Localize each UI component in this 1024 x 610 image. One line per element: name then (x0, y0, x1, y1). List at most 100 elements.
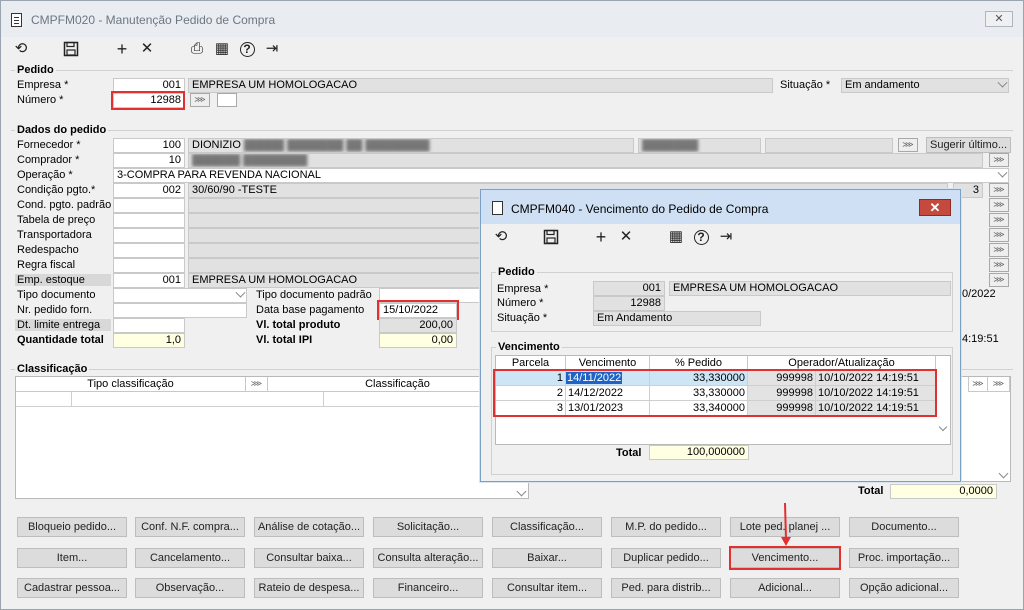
operacao-select[interactable]: 3-COMPRA PARA REVENDA NACIONAL (113, 168, 1009, 183)
section-title: Vencimento (496, 341, 562, 353)
button-1-4[interactable]: Baixar... (492, 548, 602, 568)
button-0-7[interactable]: Documento... (849, 517, 959, 537)
search-icon[interactable]: ⋙ (968, 377, 988, 392)
table-cell[interactable] (72, 392, 324, 407)
empresa-label: Empresa * (17, 79, 69, 91)
refresh-icon[interactable]: ⟲ (11, 39, 31, 59)
delete-icon[interactable]: ✕ (137, 39, 157, 59)
button-2-4[interactable]: Consultar item... (492, 578, 602, 598)
chevron-down-icon[interactable] (998, 468, 1009, 479)
calendar-icon[interactable]: ▦ (212, 39, 232, 59)
tipo-doc-select[interactable] (113, 288, 247, 303)
redesp-label: Redespacho (17, 244, 79, 256)
button-2-1[interactable]: Observação... (135, 578, 245, 598)
section-title: Classificação (15, 363, 90, 375)
search-icon[interactable]: ⋙ (989, 213, 1009, 227)
highlight-data-base (377, 300, 459, 320)
search-icon[interactable]: ⋙ (989, 198, 1009, 212)
add-icon[interactable]: + (112, 39, 132, 59)
regra-code-field[interactable] (113, 258, 185, 273)
vl-total-prod-label: Vl. total produto (256, 319, 341, 331)
search-icon[interactable]: ⋙ (989, 258, 1009, 272)
save-icon[interactable] (61, 39, 81, 59)
dt-limite-field[interactable] (113, 318, 185, 333)
button-1-3[interactable]: Consulta alteração... (373, 548, 483, 568)
button-1-0[interactable]: Item... (17, 548, 127, 568)
search-icon[interactable]: ⋙ (988, 377, 1010, 392)
help-icon[interactable]: ? (237, 39, 257, 59)
chevron-down-icon[interactable] (516, 486, 527, 497)
exit-icon[interactable]: ⇥ (262, 39, 282, 59)
emp-estoque-code-field[interactable]: 001 (113, 273, 185, 288)
search-icon[interactable]: ⋙ (190, 93, 210, 107)
button-2-5[interactable]: Ped. para distrib... (611, 578, 721, 598)
classificacao-grid[interactable]: Tipo classificação ⋙ Classificação (15, 376, 529, 499)
condicao-code-field[interactable]: 002 (113, 183, 185, 198)
exit-icon[interactable]: ⇥ (716, 227, 736, 247)
button-2-0[interactable]: Cadastrar pessoa... (17, 578, 127, 598)
tabela-label: Tabela de preço (17, 214, 96, 226)
dialog-title-bar: CMPFM040 - Vencimento do Pedido de Compr… (481, 190, 960, 224)
data-base-label: Data base pagamento (256, 304, 365, 316)
redesp-name-field (188, 243, 483, 258)
empty-button[interactable] (217, 93, 237, 107)
document-icon (11, 13, 22, 27)
fornecedor-name-field: DIONIZIO ▓▓▓▓▓ ▓▓▓▓▓▓▓ ▓▓ ▓▓▓▓▓▓▓▓ (188, 138, 634, 153)
button-0-1[interactable]: Conf. N.F. compra... (135, 517, 245, 537)
fornecedor-code-field[interactable]: 100 (113, 138, 185, 153)
vl-total-ipi-field: 0,00 (379, 333, 457, 348)
calendar-icon[interactable]: ▦ (666, 227, 686, 247)
redesp-code-field[interactable] (113, 243, 185, 258)
search-icon[interactable]: ⋙ (989, 183, 1009, 197)
section-title: Pedido (496, 266, 537, 278)
button-0-2[interactable]: Análise de cotação... (254, 517, 364, 537)
button-0-3[interactable]: Solicitação... (373, 517, 483, 537)
qtd-total-label: Quantidade total (17, 334, 104, 346)
button-2-2[interactable]: Rateio de despesa... (254, 578, 364, 598)
chevron-down-icon (997, 169, 1008, 178)
search-icon[interactable]: ⋙ (989, 273, 1009, 287)
operacao-label: Operação * (17, 169, 73, 181)
delete-icon[interactable]: ✕ (616, 227, 636, 247)
help-icon[interactable]: ? (691, 227, 711, 247)
dialog-close-button[interactable]: ✕ (919, 199, 951, 216)
button-2-6[interactable]: Adicional... (730, 578, 840, 598)
col-tipo-classificacao[interactable]: Tipo classificação (16, 377, 246, 392)
print-icon[interactable]: ⎙ (187, 39, 207, 59)
dialog-situacao-label: Situação * (497, 312, 548, 324)
button-1-7[interactable]: Proc. importação... (849, 548, 959, 568)
fornecedor-extra-field (765, 138, 893, 153)
comprador-label: Comprador * (17, 154, 80, 166)
button-1-1[interactable]: Cancelamento... (135, 548, 245, 568)
button-0-4[interactable]: Classificação... (492, 517, 602, 537)
refresh-icon[interactable]: ⟲ (491, 227, 511, 247)
tabela-code-field[interactable] (113, 213, 185, 228)
tipo-doc-label: Tipo documento (17, 289, 96, 301)
situacao-label: Situação * (780, 79, 831, 91)
button-1-2[interactable]: Consultar baixa... (254, 548, 364, 568)
add-icon[interactable]: + (591, 227, 611, 247)
situacao-select[interactable]: Em andamento (841, 78, 1009, 93)
comprador-code-field[interactable]: 10 (113, 153, 185, 168)
search-icon[interactable]: ⋙ (898, 138, 918, 152)
search-icon[interactable]: ⋙ (989, 228, 1009, 242)
button-2-7[interactable]: Opção adicional... (849, 578, 959, 598)
cond-padrao-code-field[interactable] (113, 198, 185, 213)
nr-forn-field[interactable] (113, 303, 247, 318)
table-cell[interactable] (16, 392, 72, 407)
search-icon[interactable]: ⋙ (989, 243, 1009, 257)
chevron-down-icon[interactable] (938, 422, 948, 432)
transp-code-field[interactable] (113, 228, 185, 243)
search-icon[interactable]: ⋙ (246, 377, 268, 392)
total-label: Total (858, 485, 884, 497)
transp-name-field (188, 228, 483, 243)
close-button[interactable]: ✕ (985, 11, 1013, 27)
regra-name-field (188, 258, 483, 273)
search-icon[interactable]: ⋙ (989, 153, 1009, 167)
button-0-0[interactable]: Bloqueio pedido... (17, 517, 127, 537)
button-1-5[interactable]: Duplicar pedido... (611, 548, 721, 568)
sugerir-ultimo-button[interactable]: Sugerir último... (926, 137, 1011, 153)
button-0-5[interactable]: M.P. do pedido... (611, 517, 721, 537)
button-2-3[interactable]: Financeiro... (373, 578, 483, 598)
save-icon[interactable] (541, 227, 561, 247)
